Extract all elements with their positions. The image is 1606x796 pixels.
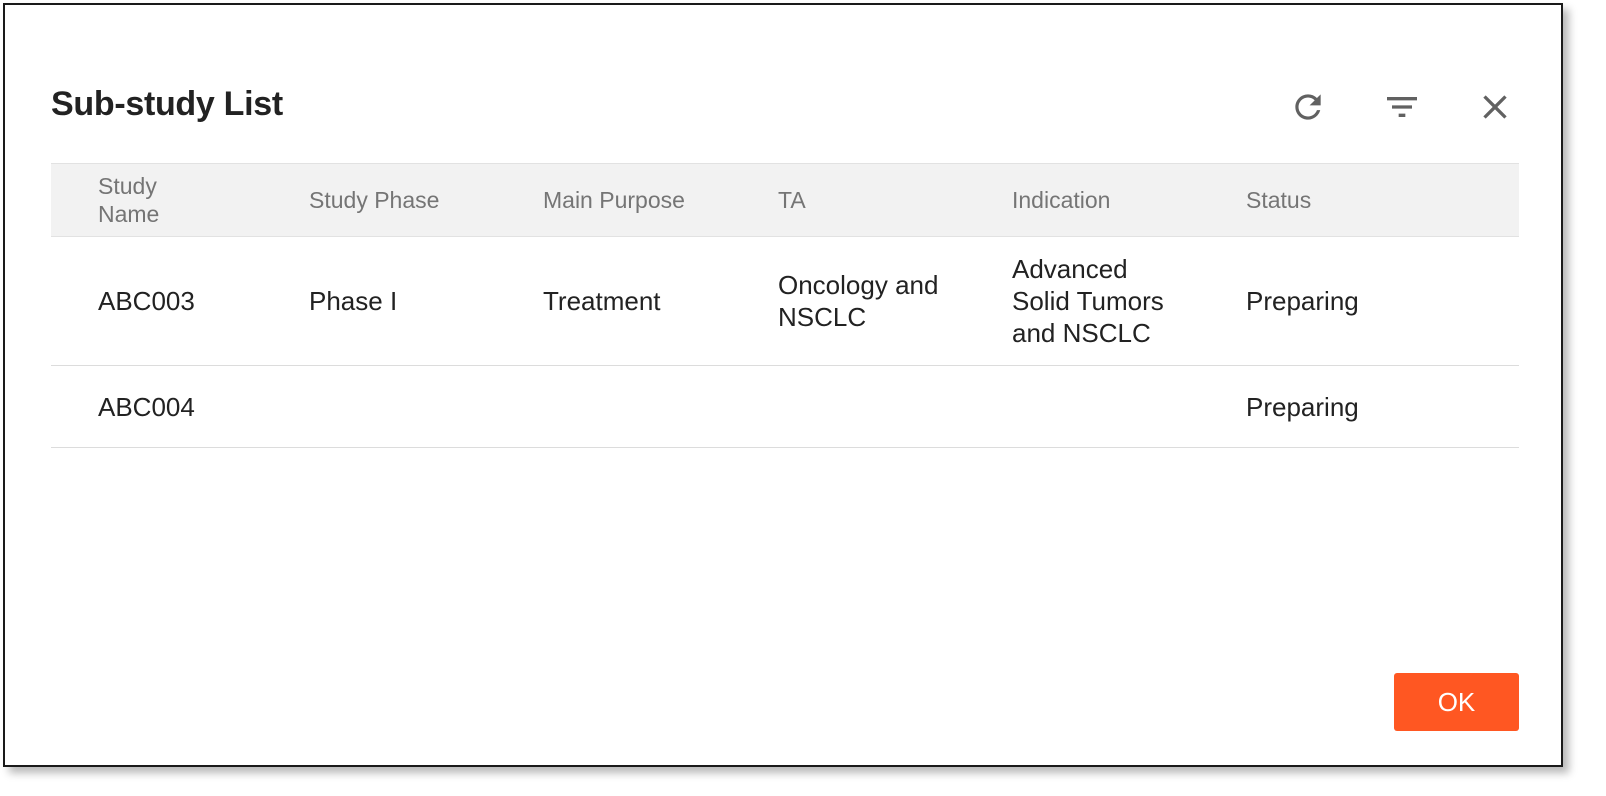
cell-indication [1012,366,1212,447]
close-button[interactable] [1473,85,1517,129]
sub-study-table: Study Name Study Phase Main Purpose TA I… [51,163,1519,448]
column-header-study-phase[interactable]: Study Phase [309,164,509,236]
cell-status: Preparing [1246,391,1359,422]
table-row[interactable]: ABC004 Preparing [51,366,1519,448]
table-row[interactable]: ABC003 Phase I Treatment Oncology and NS… [51,237,1519,366]
cell-indication: Advanced Solid Tumors and NSCLC [1012,254,1164,348]
column-header-status[interactable]: Status [1246,164,1446,236]
cell-ta: Oncology and NSCLC [778,270,939,332]
refresh-icon [1295,94,1321,120]
cell-study-name: ABC004 [98,391,195,422]
close-icon [1483,95,1507,119]
cell-status: Preparing [1246,286,1359,316]
cell-ta [778,366,978,447]
filter-button[interactable] [1380,85,1424,129]
refresh-button[interactable] [1286,85,1330,129]
cell-main-purpose [543,366,743,447]
cell-study-phase: Phase I [309,286,398,316]
column-header-study-name[interactable]: Study Name [98,164,268,236]
table-header: Study Name Study Phase Main Purpose TA I… [51,163,1519,237]
cell-study-phase [309,366,509,447]
filter-icon [1387,97,1417,117]
ok-button[interactable]: OK [1394,673,1519,731]
column-header-ta[interactable]: TA [778,164,978,236]
sub-study-dialog: Sub-study List Study Name Study Phase Ma… [3,3,1563,767]
column-header-main-purpose[interactable]: Main Purpose [543,164,743,236]
dialog-title: Sub-study List [51,85,283,123]
cell-main-purpose: Treatment [543,286,661,316]
cell-study-name: ABC003 [98,286,195,316]
column-header-indication[interactable]: Indication [1012,164,1212,236]
